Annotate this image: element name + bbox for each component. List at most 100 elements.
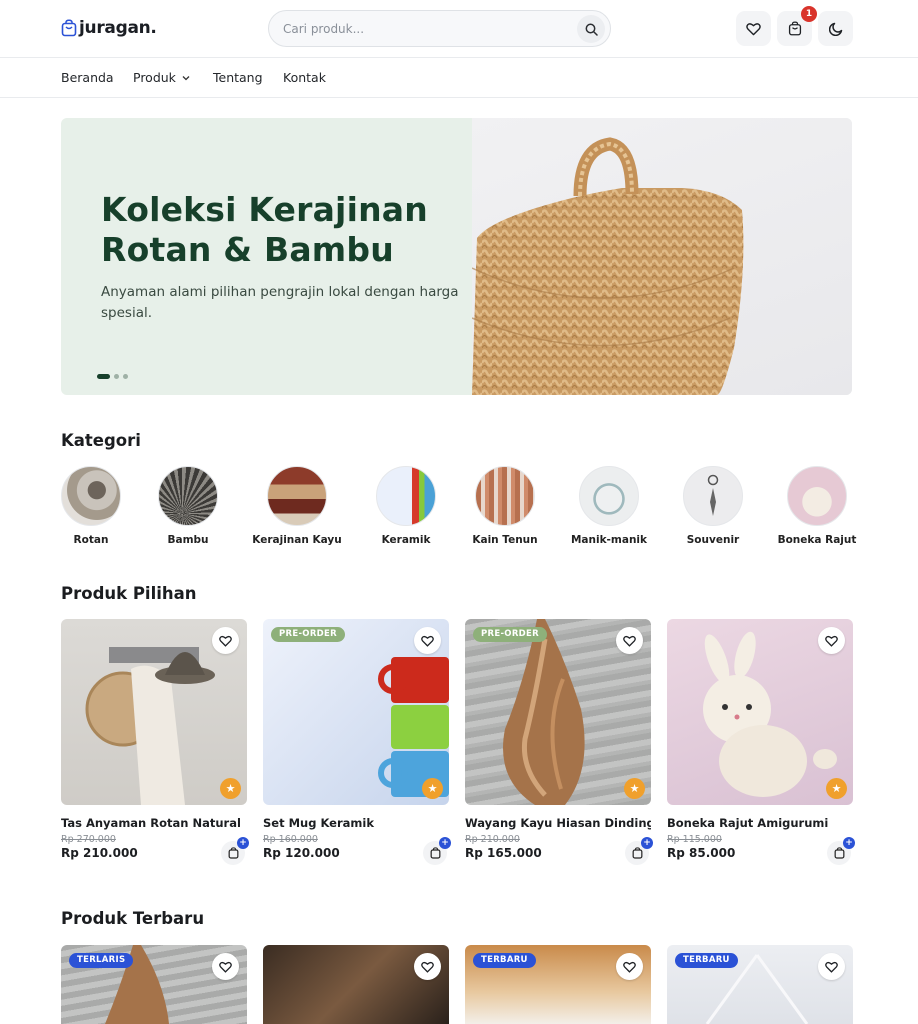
add-to-cart-button[interactable]: + xyxy=(625,837,653,865)
product-old-price: Rp 160.000 xyxy=(263,834,318,845)
cart-icon xyxy=(834,847,844,859)
cart-button[interactable]: 1 xyxy=(777,6,817,46)
product-name: Set Mug Keramik xyxy=(263,816,374,830)
category-manik-manik[interactable]: Manik-manik xyxy=(554,466,664,546)
cart-icon xyxy=(228,847,238,859)
hero-text: Koleksi Kerajinan Rotan & Bambu Anyaman … xyxy=(101,190,461,324)
product-card[interactable]: ★ Boneka Rajut Amigurumi Rp 115.000 Rp 8… xyxy=(667,619,855,865)
shopping-bag-icon xyxy=(61,19,77,37)
product-price: Rp 210.000 xyxy=(61,846,138,860)
category-image xyxy=(579,466,639,526)
heart-icon xyxy=(219,961,232,973)
product-image: ★ xyxy=(61,619,247,805)
keychain-icon xyxy=(707,474,719,516)
theme-toggle-button[interactable] xyxy=(818,11,853,46)
search-icon xyxy=(585,23,598,36)
hero-title: Koleksi Kerajinan Rotan & Bambu xyxy=(101,190,428,269)
star-icon: ★ xyxy=(220,778,241,799)
cart-icon xyxy=(788,21,801,36)
wishlist-button[interactable] xyxy=(414,953,441,980)
product-card[interactable]: TERBARU xyxy=(465,945,651,1024)
category-image xyxy=(787,466,847,526)
add-to-cart-button[interactable]: + xyxy=(827,837,855,865)
category-kerajinan-kayu[interactable]: Kerajinan Kayu xyxy=(242,466,352,546)
product-old-price: Rp 210.000 xyxy=(465,834,520,845)
heart-icon xyxy=(219,635,232,647)
category-image xyxy=(267,466,327,526)
product-image: ★ xyxy=(667,619,853,805)
plus-icon: + xyxy=(843,837,855,849)
product-card[interactable]: PRE-ORDER ★ Wayang Kayu Hiasan Dinding R… xyxy=(465,619,653,865)
new-tag: TERBARU xyxy=(473,953,536,968)
heart-icon xyxy=(623,961,636,973)
add-to-cart-button[interactable]: + xyxy=(221,837,249,865)
moon-icon xyxy=(828,22,842,36)
wishlist-button[interactable] xyxy=(212,627,239,654)
product-card[interactable]: PRE-ORDER ★ Set Mug Keramik Rp 160.000 R… xyxy=(263,619,451,865)
brand-logo[interactable]: juragan. xyxy=(61,18,157,38)
heart-icon xyxy=(421,635,434,647)
slider-dot-2[interactable] xyxy=(114,374,119,379)
search-input[interactable] xyxy=(283,19,563,39)
product-card[interactable] xyxy=(263,945,449,1024)
category-bambu[interactable]: Bambu xyxy=(133,466,243,546)
category-keramik[interactable]: Keramik xyxy=(351,466,461,546)
slider-dot-1[interactable] xyxy=(97,374,110,379)
cart-count-badge: 1 xyxy=(801,6,817,22)
category-kain-tenun[interactable]: Kain Tenun xyxy=(450,466,560,546)
wishlist-button[interactable] xyxy=(414,627,441,654)
hero-subtitle: Anyaman alami pilihan pengrajin lokal de… xyxy=(101,284,459,321)
product-image: PRE-ORDER ★ xyxy=(465,619,651,805)
product-image: PRE-ORDER ★ xyxy=(263,619,449,805)
nav-item-kontak[interactable]: Kontak xyxy=(283,70,326,85)
category-boneka-rajut[interactable]: Boneka Rajut xyxy=(762,466,872,546)
wishlist-button[interactable] xyxy=(616,627,643,654)
cart-icon xyxy=(430,847,440,859)
new-tag: TERBARU xyxy=(675,953,738,968)
hero-image-rattan-basket xyxy=(471,118,852,395)
wishlist-button[interactable] xyxy=(818,627,845,654)
star-icon: ★ xyxy=(624,778,645,799)
preorder-tag: PRE-ORDER xyxy=(271,627,345,642)
star-icon: ★ xyxy=(826,778,847,799)
wishlist-button[interactable] xyxy=(212,953,239,980)
heart-icon xyxy=(623,635,636,647)
cart-icon xyxy=(632,847,642,859)
product-price: Rp 120.000 xyxy=(263,846,340,860)
latest-title: Produk Terbaru xyxy=(61,909,205,928)
wishlist-button[interactable] xyxy=(736,11,771,46)
preorder-tag: PRE-ORDER xyxy=(473,627,547,642)
featured-title: Produk Pilihan xyxy=(61,584,197,603)
brand-name: juragan. xyxy=(79,18,157,38)
nav-item-produk[interactable]: Produk xyxy=(133,70,190,85)
slider-dot-3[interactable] xyxy=(123,374,128,379)
hero-banner[interactable]: Koleksi Kerajinan Rotan & Bambu Anyaman … xyxy=(61,118,852,395)
plus-icon: + xyxy=(439,837,451,849)
add-to-cart-button[interactable]: + xyxy=(423,837,451,865)
category-souvenir[interactable]: Souvenir xyxy=(658,466,768,546)
product-card[interactable]: TERBARU xyxy=(667,945,853,1024)
heart-icon xyxy=(825,635,838,647)
star-icon: ★ xyxy=(422,778,443,799)
main-nav: Beranda Produk Tentang Kontak xyxy=(0,58,918,98)
product-price: Rp 85.000 xyxy=(667,846,736,860)
product-image xyxy=(263,945,449,1024)
product-old-price: Rp 115.000 xyxy=(667,834,722,845)
product-card[interactable]: TERLARIS xyxy=(61,945,247,1024)
heart-icon xyxy=(421,961,434,973)
product-image: TERBARU xyxy=(667,945,853,1024)
hero-slider-dots xyxy=(97,374,128,379)
plus-icon: + xyxy=(641,837,653,849)
heart-icon xyxy=(746,22,761,35)
nav-item-tentang[interactable]: Tentang xyxy=(213,70,263,85)
wishlist-button[interactable] xyxy=(818,953,845,980)
wishlist-button[interactable] xyxy=(616,953,643,980)
nav-item-beranda[interactable]: Beranda xyxy=(61,70,114,85)
product-name: Tas Anyaman Rotan Natural xyxy=(61,816,241,830)
category-image xyxy=(158,466,218,526)
product-card[interactable]: ★ Tas Anyaman Rotan Natural Rp 270.000 R… xyxy=(61,619,249,865)
category-rotan[interactable]: Rotan xyxy=(36,466,146,546)
product-old-price: Rp 270.000 xyxy=(61,834,116,845)
search-button[interactable] xyxy=(577,15,605,43)
search-bar xyxy=(268,10,611,47)
